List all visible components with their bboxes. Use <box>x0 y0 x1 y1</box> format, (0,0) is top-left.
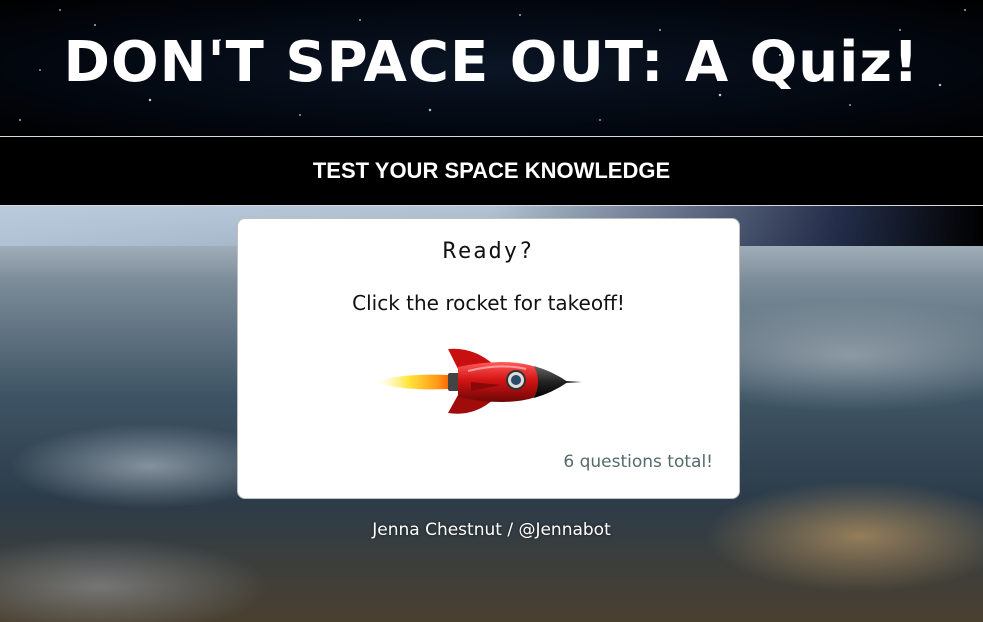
rocket-icon[interactable] <box>376 347 582 417</box>
quiz-start-card: Ready? Click the rocket for takeoff! 6 q… <box>237 218 740 499</box>
subheader-bar: TEST YOUR SPACE KNOWLEDGE <box>0 136 983 206</box>
ready-heading: Ready? <box>442 239 535 264</box>
author-credit: Jenna Chestnut / @Jennabot <box>372 520 611 540</box>
start-instructions: Click the rocket for takeoff! <box>352 291 625 315</box>
rocket-start-button[interactable] <box>376 347 582 417</box>
page-title: DON'T SPACE OUT: A Quiz! <box>63 30 920 95</box>
question-count: 6 questions total! <box>563 452 713 472</box>
subheader-text: TEST YOUR SPACE KNOWLEDGE <box>312 158 671 183</box>
